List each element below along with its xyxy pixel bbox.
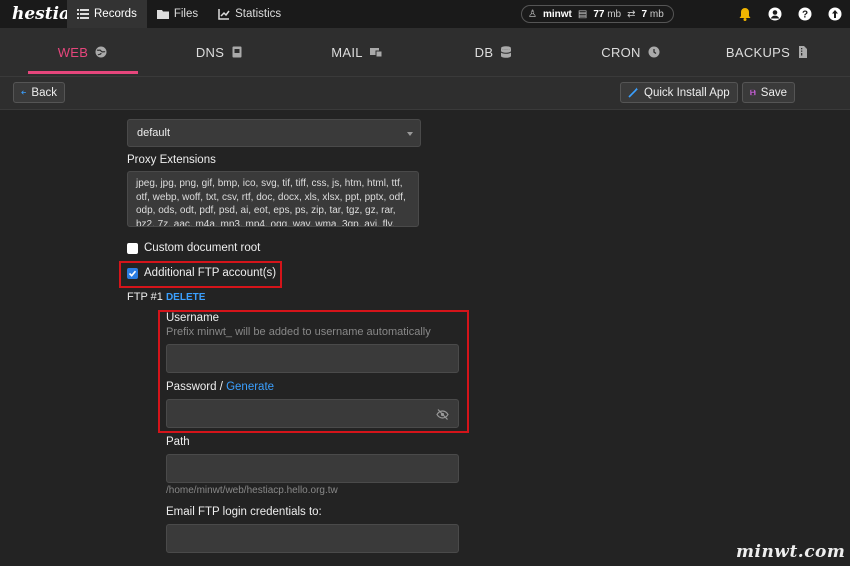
tab-dns-label: DNS xyxy=(195,44,225,60)
chevron-down-icon xyxy=(407,132,413,136)
dns-book-icon xyxy=(232,46,242,58)
notifications-button[interactable] xyxy=(730,7,760,21)
additional-ftp-checkbox[interactable] xyxy=(127,267,138,279)
tab-db-label: DB xyxy=(474,44,494,60)
profile-button[interactable] xyxy=(760,7,790,21)
quick-install-label: Quick Install App xyxy=(644,86,730,99)
username-hint: Prefix minwt_ will be added to username … xyxy=(166,326,431,338)
magic-wand-icon xyxy=(628,87,639,98)
tab-dns[interactable]: DNS xyxy=(165,28,275,76)
database-icon xyxy=(500,46,512,58)
checkmark-icon xyxy=(128,270,137,277)
email-credentials-input[interactable] xyxy=(166,524,459,553)
eye-slash-icon[interactable] xyxy=(436,408,449,421)
password-label: Password xyxy=(166,381,217,393)
arrow-left-icon xyxy=(21,90,26,95)
disk-icon: ▤ xyxy=(577,8,588,20)
save-label: Save xyxy=(760,86,787,99)
tab-mail-label: MAIL xyxy=(331,44,363,60)
proxy-template-select[interactable]: default xyxy=(127,119,421,147)
generate-password-link[interactable]: Generate xyxy=(226,381,274,393)
email-credentials-label: Email FTP login credentials to: xyxy=(166,506,322,518)
file-archive-icon xyxy=(799,46,808,58)
bandwidth-icon: ⇄ xyxy=(627,8,636,20)
tab-db[interactable]: DB xyxy=(439,28,549,76)
toolbar: Back Quick Install App Save xyxy=(0,77,850,110)
custom-doc-root-checkbox[interactable] xyxy=(127,242,138,254)
arrow-up-circle-icon xyxy=(828,7,842,21)
section-tabs: WEB DNS MAIL DB CRON BACKUPS xyxy=(0,28,850,77)
password-separator: / xyxy=(216,381,227,393)
path-label: Path xyxy=(166,436,190,448)
tab-backups-label: BACKUPS xyxy=(725,44,791,60)
proxy-extensions-textarea[interactable]: jpeg, jpg, png, gif, bmp, ico, svg, tif,… xyxy=(127,171,419,227)
ftp-number: FTP #1 xyxy=(127,291,163,303)
password-label-row: Password / Generate xyxy=(166,381,274,393)
mail-icon xyxy=(369,48,382,58)
bandwidth-value: 7 xyxy=(641,8,648,20)
quick-install-button[interactable]: Quick Install App xyxy=(620,82,738,103)
tab-cron-label: CRON xyxy=(601,44,641,60)
folder-icon xyxy=(156,10,169,19)
top-nav: Records Files Statistics xyxy=(67,0,291,28)
tab-mail[interactable]: MAIL xyxy=(302,28,412,76)
clock-icon xyxy=(648,46,660,58)
custom-doc-root-row[interactable]: Custom document root xyxy=(127,242,260,254)
chart-icon xyxy=(218,9,230,20)
nav-files[interactable]: Files xyxy=(147,0,208,28)
bandwidth-unit: mb xyxy=(649,8,664,20)
password-input[interactable] xyxy=(166,399,459,428)
additional-ftp-label: Additional FTP account(s) xyxy=(144,267,277,279)
top-icons: ? xyxy=(730,0,850,28)
help-button[interactable]: ? xyxy=(790,7,820,21)
top-bar: hestia Records Files Statistics ♙ minwt … xyxy=(0,0,850,28)
bell-icon xyxy=(739,8,751,21)
username-input[interactable] xyxy=(166,344,459,373)
globe-icon xyxy=(95,46,107,58)
tab-backups[interactable]: BACKUPS xyxy=(713,28,823,76)
path-hint: /home/minwt/web/hestiacp.hello.org.tw xyxy=(166,485,338,496)
disk-value: 77 xyxy=(593,8,605,20)
user-icon: ♙ xyxy=(528,8,537,20)
help-icon: ? xyxy=(798,7,812,21)
save-button[interactable]: Save xyxy=(742,82,795,103)
proxy-template-value: default xyxy=(137,127,171,139)
user-circle-icon xyxy=(768,7,782,21)
hestia-logo[interactable]: hestia xyxy=(0,0,70,28)
tab-cron[interactable]: CRON xyxy=(576,28,686,76)
usage-pill[interactable]: ♙ minwt ▤ 77 mb ⇄ 7 mb xyxy=(521,5,674,23)
form-content: default Proxy Extensions jpeg, jpg, png,… xyxy=(0,110,850,566)
path-input[interactable] xyxy=(166,454,459,483)
list-icon xyxy=(77,9,89,19)
nav-statistics[interactable]: Statistics xyxy=(208,0,291,28)
usage-user: minwt xyxy=(542,8,572,20)
ftp-account-header: FTP #1 DELETE xyxy=(127,291,205,303)
back-button[interactable]: Back xyxy=(13,82,65,103)
back-label: Back xyxy=(31,86,57,99)
watermark-text: minwt.com xyxy=(736,542,846,562)
floppy-disk-icon xyxy=(750,89,756,96)
proxy-extensions-label: Proxy Extensions xyxy=(127,154,216,166)
logout-button[interactable] xyxy=(820,7,850,21)
ftp-delete-link[interactable]: DELETE xyxy=(166,292,205,303)
nav-statistics-label: Statistics xyxy=(235,8,282,20)
svg-text:?: ? xyxy=(802,10,808,21)
nav-records[interactable]: Records xyxy=(67,0,147,28)
nav-files-label: Files xyxy=(173,8,199,20)
tab-web-label: WEB xyxy=(57,44,89,60)
tab-web[interactable]: WEB xyxy=(27,28,138,76)
custom-doc-root-label: Custom document root xyxy=(144,242,261,254)
username-label: Username xyxy=(166,312,220,324)
additional-ftp-row[interactable]: Additional FTP account(s) xyxy=(127,267,276,279)
nav-records-label: Records xyxy=(94,8,137,20)
disk-unit: mb xyxy=(607,8,622,20)
